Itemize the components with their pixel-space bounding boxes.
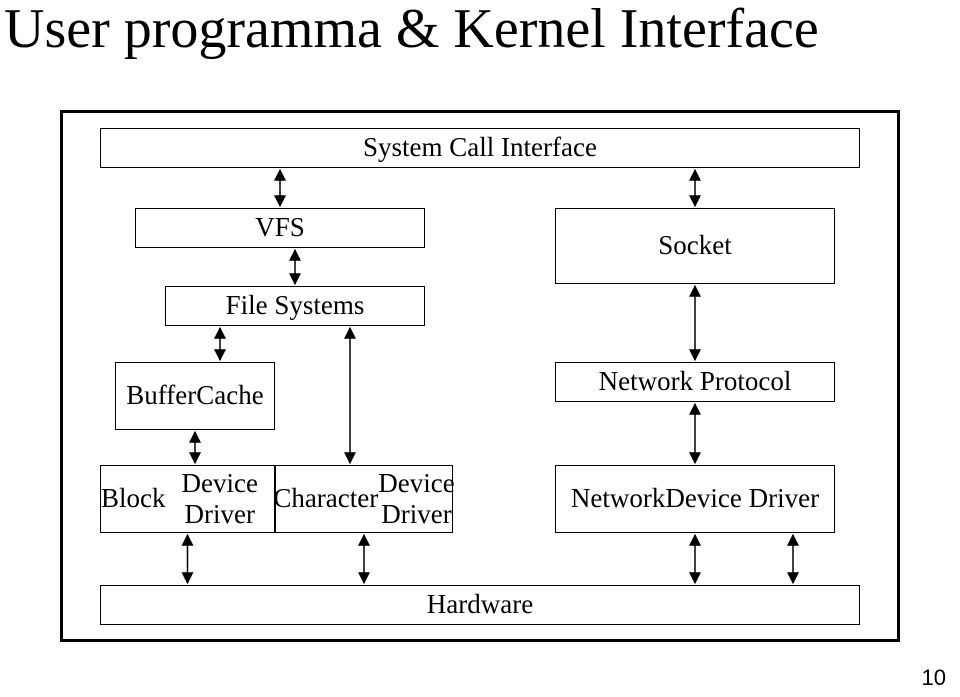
- slide-number: 10: [922, 665, 946, 691]
- node-network-device-driver: NetworkDevice Driver: [555, 465, 835, 533]
- page-title: User programma & Kernel Interface: [0, 0, 960, 59]
- node-vfs: VFS: [135, 208, 425, 248]
- node-system-call-interface: System Call Interface: [100, 128, 860, 168]
- node-network-protocol: Network Protocol: [555, 362, 835, 402]
- node-buffer-cache: BufferCache: [115, 362, 275, 430]
- node-file-systems: File Systems: [165, 286, 425, 326]
- node-socket: Socket: [555, 208, 835, 284]
- node-character-device-driver: CharacterDevice Driver: [275, 465, 453, 533]
- node-block-device-driver: BlockDevice Driver: [100, 465, 275, 533]
- node-hardware: Hardware: [100, 585, 860, 625]
